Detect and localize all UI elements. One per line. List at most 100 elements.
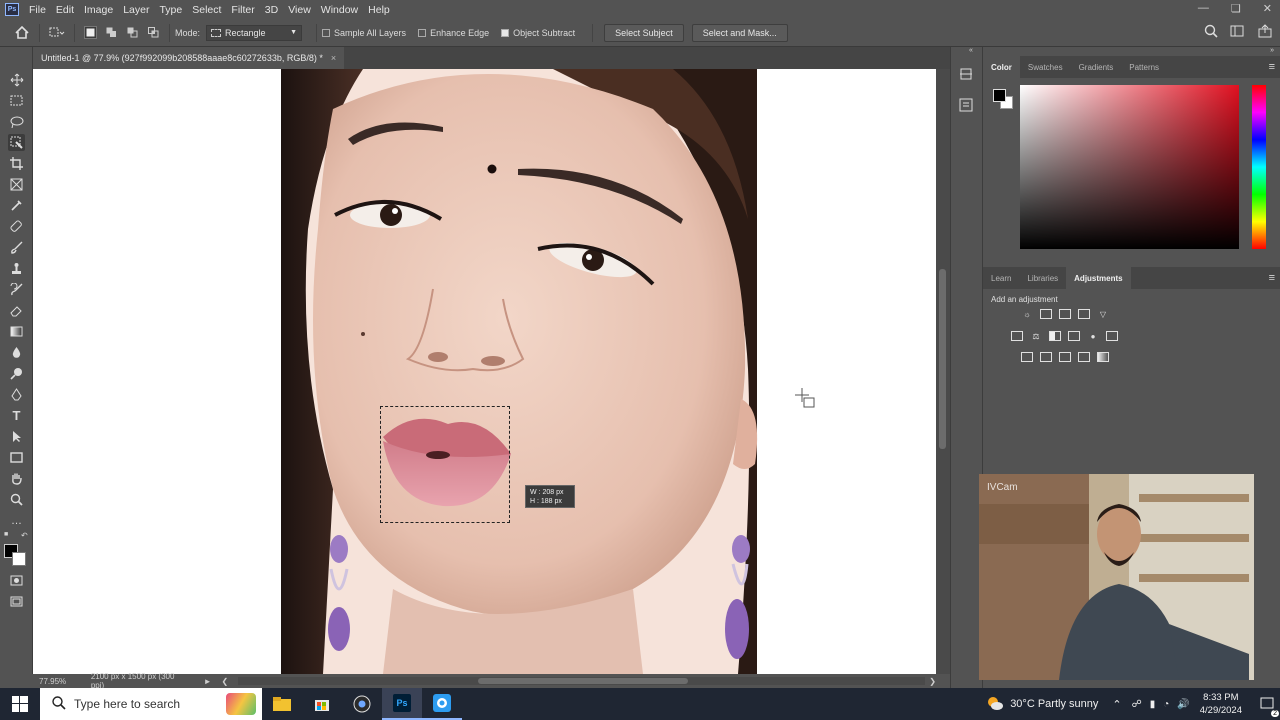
- brush-tool-icon[interactable]: [8, 239, 25, 256]
- select-and-mask-button[interactable]: Select and Mask...: [691, 23, 788, 42]
- invert-icon[interactable]: [1021, 352, 1033, 362]
- tab-swatches[interactable]: Swatches: [1020, 56, 1071, 78]
- weather-icon[interactable]: [986, 695, 1004, 714]
- tab-libraries[interactable]: Libraries: [1019, 267, 1066, 289]
- panel-menu-icon[interactable]: ≡: [1269, 272, 1275, 284]
- horizontal-scrollbar[interactable]: [238, 677, 926, 685]
- status-arrow-icon[interactable]: ►: [204, 677, 212, 686]
- home-icon[interactable]: [10, 26, 34, 39]
- screen-mode-icon[interactable]: [8, 593, 25, 610]
- eyedropper-tool-icon[interactable]: [8, 197, 25, 214]
- close-icon[interactable]: ×: [331, 53, 336, 63]
- restore-icon[interactable]: ❏: [1231, 2, 1241, 15]
- object-subtract-checkbox[interactable]: Object Subtract: [501, 28, 575, 38]
- notification-center-icon[interactable]: 2: [1254, 697, 1280, 717]
- collapse-icon[interactable]: «: [969, 47, 973, 54]
- tab-patterns[interactable]: Patterns: [1121, 56, 1167, 78]
- channel-mixer-icon[interactable]: ●: [1087, 331, 1099, 341]
- close-icon[interactable]: ✕: [1263, 2, 1272, 15]
- scrollbar-thumb[interactable]: [939, 269, 946, 449]
- menu-type[interactable]: Type: [155, 4, 188, 16]
- object-selection-tool-icon[interactable]: [8, 134, 25, 151]
- zoom-level[interactable]: 77.95%: [39, 677, 85, 686]
- photoshop-taskbar-icon[interactable]: Ps: [382, 688, 422, 720]
- exposure-icon[interactable]: [1078, 309, 1090, 319]
- vibrance-icon[interactable]: ▽: [1097, 309, 1109, 319]
- levels-icon[interactable]: [1040, 309, 1052, 319]
- select-subject-button[interactable]: Select Subject: [604, 23, 684, 42]
- history-panel-icon[interactable]: [959, 67, 974, 85]
- network-icon[interactable]: ☍: [1132, 699, 1142, 710]
- type-tool-icon[interactable]: T: [8, 407, 25, 424]
- microsoft-store-icon[interactable]: [302, 688, 342, 720]
- search-icon[interactable]: [1204, 24, 1218, 41]
- collapse-icon[interactable]: »: [1270, 47, 1274, 54]
- hand-tool-icon[interactable]: [8, 470, 25, 487]
- marquee-selection[interactable]: [380, 406, 510, 523]
- zoom-tool-icon[interactable]: [8, 491, 25, 508]
- photo-filter-icon[interactable]: [1068, 331, 1080, 341]
- brightness-icon[interactable]: ☼: [1021, 309, 1033, 319]
- scrollbar-thumb[interactable]: [478, 678, 689, 684]
- menu-select[interactable]: Select: [188, 4, 227, 16]
- battery-icon[interactable]: ▮: [1150, 699, 1156, 710]
- chevron-up-icon[interactable]: ⌃: [1112, 698, 1121, 711]
- menu-edit[interactable]: Edit: [52, 4, 80, 16]
- gradient-map-icon[interactable]: [1097, 352, 1109, 362]
- eraser-tool-icon[interactable]: [8, 302, 25, 319]
- color-balance-icon[interactable]: ⚖: [1030, 331, 1042, 341]
- frame-tool-icon[interactable]: [8, 176, 25, 193]
- menu-layer[interactable]: Layer: [119, 4, 155, 16]
- tab-color[interactable]: Color: [983, 56, 1020, 78]
- vertical-scrollbar[interactable]: [936, 69, 950, 674]
- path-selection-tool-icon[interactable]: [8, 428, 25, 445]
- hue-slider[interactable]: [1252, 85, 1266, 249]
- tab-learn[interactable]: Learn: [983, 267, 1019, 289]
- menu-help[interactable]: Help: [364, 4, 396, 16]
- document-tab[interactable]: Untitled-1 @ 77.9% (927f992099b208588aaa…: [33, 47, 345, 69]
- lasso-tool-icon[interactable]: [8, 113, 25, 130]
- menu-3d[interactable]: 3D: [261, 4, 284, 16]
- crop-tool-icon[interactable]: [8, 155, 25, 172]
- quick-mask-icon[interactable]: [8, 572, 25, 589]
- add-selection-icon[interactable]: [105, 26, 118, 39]
- windows-start-icon[interactable]: [0, 688, 40, 720]
- sample-all-layers-checkbox[interactable]: Sample All Layers: [322, 28, 406, 38]
- color-lookup-icon[interactable]: [1106, 331, 1118, 341]
- minimize-icon[interactable]: —: [1198, 2, 1209, 15]
- healing-brush-tool-icon[interactable]: [8, 218, 25, 235]
- ivcam-taskbar-icon[interactable]: [422, 688, 462, 720]
- volume-icon[interactable]: 🔊: [1177, 699, 1189, 710]
- menu-filter[interactable]: Filter: [227, 4, 260, 16]
- more-tools-icon[interactable]: …: [8, 512, 25, 529]
- tab-adjustments[interactable]: Adjustments: [1066, 267, 1131, 289]
- history-brush-tool-icon[interactable]: [8, 281, 25, 298]
- panel-menu-icon[interactable]: ≡: [1269, 61, 1275, 73]
- default-colors-icon[interactable]: ■: [4, 531, 8, 538]
- swap-colors-icon[interactable]: ↶: [21, 531, 28, 540]
- tab-gradients[interactable]: Gradients: [1071, 56, 1122, 78]
- dodge-tool-icon[interactable]: [8, 365, 25, 382]
- threshold-icon[interactable]: [1059, 352, 1071, 362]
- clock[interactable]: 8:33 PM 4/29/2024: [1200, 691, 1242, 717]
- gradient-tool-icon[interactable]: [8, 323, 25, 340]
- selective-color-icon[interactable]: [1078, 352, 1090, 362]
- intersect-selection-icon[interactable]: [147, 26, 160, 39]
- properties-panel-icon[interactable]: [959, 98, 974, 116]
- subtract-selection-icon[interactable]: [126, 26, 139, 39]
- background-color-swatch[interactable]: [12, 552, 26, 566]
- panel-foreground-swatch[interactable]: [993, 89, 1006, 102]
- menu-window[interactable]: Window: [317, 4, 364, 16]
- enhance-edge-checkbox[interactable]: Enhance Edge: [418, 28, 489, 38]
- marquee-tool-icon[interactable]: [8, 92, 25, 109]
- wifi-icon[interactable]: ◔: [1163, 699, 1169, 710]
- menu-file[interactable]: File: [25, 4, 52, 16]
- taskbar-search-box[interactable]: Type here to search: [40, 688, 262, 720]
- pen-tool-icon[interactable]: [8, 386, 25, 403]
- tool-preset-icon[interactable]: [45, 27, 69, 39]
- mode-select[interactable]: Rectangle ▼: [206, 24, 303, 41]
- scroll-left-icon[interactable]: ❮: [222, 677, 229, 686]
- scroll-right-icon[interactable]: ❯: [929, 677, 936, 686]
- black-white-icon[interactable]: [1049, 331, 1061, 341]
- workspace-icon[interactable]: [1230, 24, 1246, 41]
